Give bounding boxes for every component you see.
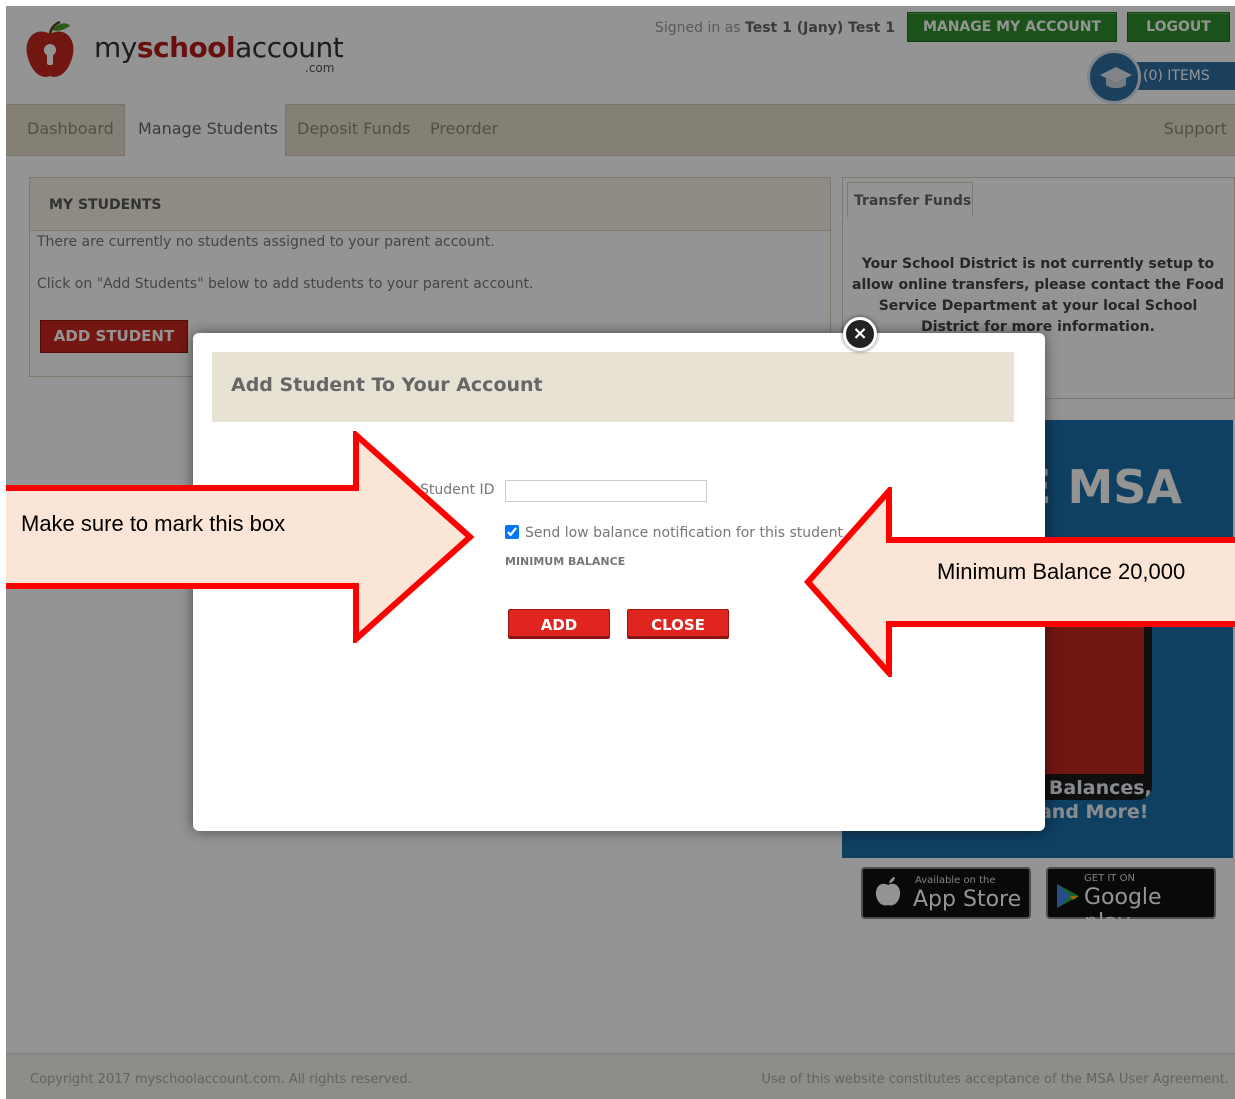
modal-header: Add Student To Your Account <box>212 352 1014 422</box>
student-id-input[interactable] <box>505 480 707 502</box>
minimum-balance-label: MINIMUM BALANCE <box>505 555 626 568</box>
close-icon[interactable]: × <box>843 317 877 351</box>
annotation-right-text: Minimum Balance 20,000 <box>937 559 1186 584</box>
add-button[interactable]: ADD <box>508 609 610 639</box>
close-button[interactable]: CLOSE <box>627 609 729 639</box>
annotation-left-text: Make sure to mark this box <box>21 511 286 536</box>
low-balance-notification-label: Send low balance notification for this s… <box>525 525 844 541</box>
low-balance-notification-checkbox[interactable] <box>505 525 519 539</box>
annotation-arrow-left-icon <box>6 431 475 643</box>
modal-title: Add Student To Your Account <box>231 374 543 396</box>
page: myschoolaccount .com Signed in as Test 1… <box>6 6 1235 1099</box>
